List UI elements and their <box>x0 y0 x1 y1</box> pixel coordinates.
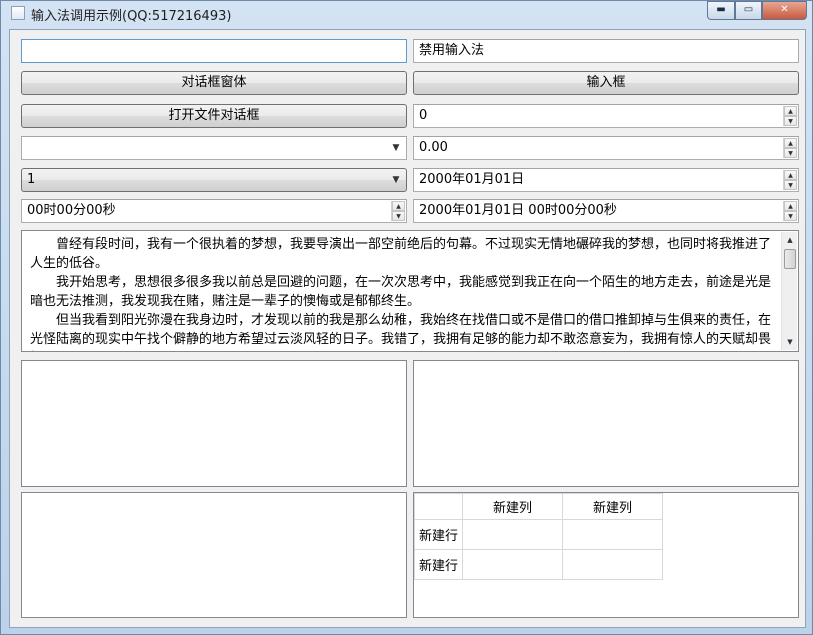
line-edit-input[interactable] <box>21 39 407 63</box>
text-paragraph: 曾经有段时间，我有一个很执着的梦想，我要导演出一部空前绝后的句幕。不过现实无情地… <box>30 237 772 271</box>
title-bar[interactable]: 输入法调用示例(QQ:517216493) ▬ ▭ ✕ <box>1 1 812 27</box>
spin-down-icon[interactable]: ▼ <box>784 180 797 190</box>
spin-down-icon[interactable]: ▼ <box>784 148 797 158</box>
datetime-edit-value: 2000年01月01日 00时00分00秒 <box>419 203 617 218</box>
table-widget[interactable]: 新建列 新建列 新建行 新建行 <box>413 492 799 618</box>
spin-up-icon[interactable]: ▲ <box>784 138 797 148</box>
main-window: 输入法调用示例(QQ:517216493) ▬ ▭ ✕ 禁用输入法 对话框窗体 … <box>0 0 813 635</box>
combobox-value: 1 <box>27 172 36 187</box>
datetime-edit[interactable]: 2000年01月01日 00时00分00秒 ▲ ▼ <box>413 199 799 223</box>
input-box-button[interactable]: 输入框 <box>413 71 799 95</box>
spin-up-icon[interactable]: ▲ <box>392 201 405 211</box>
minimize-button[interactable]: ▬ <box>707 1 735 20</box>
table-corner[interactable] <box>414 493 463 520</box>
combobox[interactable]: 1 ▼ <box>21 168 407 192</box>
data-table: 新建列 新建列 新建行 新建行 <box>414 493 663 580</box>
datetime-edit-buttons[interactable]: ▲ ▼ <box>783 201 797 221</box>
date-edit-buttons[interactable]: ▲ ▼ <box>783 170 797 190</box>
table-cell[interactable] <box>562 519 663 550</box>
table-header-row: 新建列 新建列 <box>414 493 663 520</box>
spin-up-icon[interactable]: ▲ <box>784 106 797 116</box>
disabled-ime-input[interactable]: 禁用输入法 <box>413 39 799 63</box>
window-title: 输入法调用示例(QQ:517216493) <box>31 9 232 24</box>
int-spinbox-value: 0 <box>419 108 428 123</box>
app-icon <box>11 6 25 20</box>
vertical-scrollbar[interactable]: ▲ ▼ <box>781 232 797 350</box>
table-row: 新建行 <box>414 549 663 580</box>
right-empty-panel[interactable] <box>413 360 799 487</box>
chevron-down-icon[interactable]: ▼ <box>389 170 403 190</box>
row-header[interactable]: 新建行 <box>414 549 463 580</box>
table-cell[interactable] <box>462 549 563 580</box>
text-edit[interactable]: 曾经有段时间，我有一个很执着的梦想，我要导演出一部空前绝后的句幕。不过现实无情地… <box>21 230 799 352</box>
spin-down-icon[interactable]: ▼ <box>392 211 405 221</box>
table-row: 新建行 <box>414 519 663 550</box>
int-spinbox-buttons[interactable]: ▲ ▼ <box>783 106 797 126</box>
int-spinbox[interactable]: 0 ▲ ▼ <box>413 104 799 128</box>
date-edit[interactable]: 2000年01月01日 ▲ ▼ <box>413 168 799 192</box>
maximize-button[interactable]: ▭ <box>735 1 762 20</box>
column-header[interactable]: 新建列 <box>462 493 563 520</box>
scroll-up-icon[interactable]: ▲ <box>783 232 797 248</box>
time-edit-value: 00时00分00秒 <box>27 203 116 218</box>
chevron-down-icon[interactable]: ▼ <box>389 138 403 158</box>
spin-up-icon[interactable]: ▲ <box>784 201 797 211</box>
left-empty-panel[interactable] <box>21 360 407 487</box>
column-header[interactable]: 新建列 <box>562 493 663 520</box>
scrollbar-thumb[interactable] <box>784 249 796 269</box>
list-widget[interactable] <box>21 492 407 618</box>
text-paragraph: 我开始思考，思想很多很多我以前总是回避的问题，在一次次思考中，我能感觉到我正在向… <box>30 275 772 309</box>
time-edit-buttons[interactable]: ▲ ▼ <box>391 201 405 221</box>
text-paragraph: 但当我看到阳光弥漫在我身边时，才发现以前的我是那么幼稚，我始终在找借口或不是借口… <box>30 313 772 347</box>
table-cell[interactable] <box>462 519 563 550</box>
table-cell[interactable] <box>562 549 663 580</box>
date-edit-value: 2000年01月01日 <box>419 172 525 187</box>
editable-combobox[interactable]: ▼ <box>21 136 407 160</box>
spin-down-icon[interactable]: ▼ <box>784 211 797 221</box>
scroll-down-icon[interactable]: ▼ <box>783 334 797 350</box>
dialog-window-button[interactable]: 对话框窗体 <box>21 71 407 95</box>
spin-up-icon[interactable]: ▲ <box>784 170 797 180</box>
double-spinbox-value: 0.00 <box>419 140 448 155</box>
double-spinbox[interactable]: 0.00 ▲ ▼ <box>413 136 799 160</box>
client-area: 禁用输入法 对话框窗体 输入框 打开文件对话框 0 ▲ ▼ ▼ 0.00 ▲ ▼ <box>9 29 806 628</box>
open-file-dialog-button[interactable]: 打开文件对话框 <box>21 104 407 128</box>
row-header[interactable]: 新建行 <box>414 519 463 550</box>
spin-down-icon[interactable]: ▼ <box>784 116 797 126</box>
double-spinbox-buttons[interactable]: ▲ ▼ <box>783 138 797 158</box>
close-button[interactable]: ✕ <box>762 1 807 20</box>
time-edit[interactable]: 00时00分00秒 ▲ ▼ <box>21 199 407 223</box>
